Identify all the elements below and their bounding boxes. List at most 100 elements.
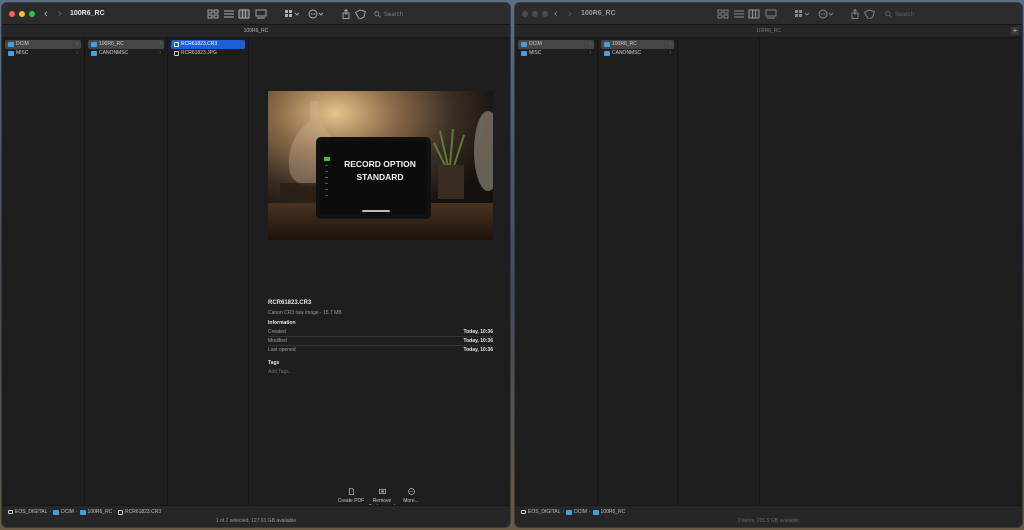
more-icon	[407, 488, 415, 495]
chevron-right-icon: ›	[76, 41, 78, 47]
list-item-label: MISC	[16, 50, 29, 56]
chevron-right-icon: ›	[114, 509, 116, 515]
list-item-canonmsc[interactable]: CANONMSC ›	[601, 49, 674, 58]
breadcrumb-item[interactable]: DCIM	[61, 509, 74, 515]
close-window-button[interactable]	[522, 11, 528, 17]
status-text: 2 items, 235.5 GB available	[737, 518, 800, 524]
search-field[interactable]: Search	[374, 9, 403, 20]
forward-icon[interactable]: ›	[568, 8, 572, 20]
search-placeholder: Search	[384, 11, 404, 18]
zoom-window-button[interactable]	[542, 11, 548, 17]
minimize-window-button[interactable]	[19, 11, 25, 17]
list-item-misc[interactable]: MISC ›	[5, 49, 81, 58]
drive-icon	[8, 510, 13, 514]
chevron-right-icon: ›	[76, 50, 78, 56]
breadcrumb-item[interactable]: EOS_DIGITAL	[528, 509, 560, 515]
info-value-modified: Today, 10:36	[463, 338, 493, 344]
add-tags-field[interactable]: Add Tags...	[268, 369, 293, 375]
icon-view-icon[interactable]	[207, 9, 219, 19]
zoom-window-button[interactable]	[29, 11, 35, 17]
create-pdf-icon	[348, 488, 355, 495]
drive-icon	[521, 510, 526, 514]
back-icon[interactable]: ‹	[44, 8, 48, 20]
breadcrumb-item[interactable]: EOS_DIGITAL	[15, 509, 47, 515]
folder-icon	[521, 42, 527, 47]
breadcrumb-item[interactable]: 100R6_RC	[601, 509, 626, 515]
folder-icon	[604, 42, 610, 47]
list-item-misc[interactable]: MISC ›	[518, 49, 594, 58]
column-2[interactable]: 100R6_RC › CANONMSC ›	[85, 38, 168, 505]
bottom-bar: EOS_DIGITAL › DCIM › 100R6_RC 2 items, 2…	[515, 505, 1022, 527]
info-label-created: Created	[268, 329, 286, 335]
preview-pane	[760, 38, 1022, 505]
list-item-dcim[interactable]: DCIM ›	[518, 40, 594, 49]
preview-filename: RCR61823.CR3	[268, 300, 312, 306]
list-item-label: MISC	[529, 50, 542, 56]
titlebar: ‹ › 100R6_RC Search	[515, 3, 1022, 25]
column-1[interactable]: DCIM › MISC ›	[2, 38, 85, 505]
list-item-100r6-rc[interactable]: 100R6_RC ›	[601, 40, 674, 49]
chevron-right-icon: ›	[588, 509, 591, 515]
info-label-modified: Modified	[268, 338, 287, 344]
column-3[interactable]	[678, 38, 760, 505]
photo-text-line2: STANDARD	[356, 172, 403, 182]
close-window-button[interactable]	[9, 11, 15, 17]
list-item-label: RCR61823.JPG	[181, 50, 217, 56]
group-by-icon[interactable]	[794, 9, 810, 19]
tag-icon[interactable]	[355, 9, 367, 19]
column-browser: DCIM › MISC › 100R6_RC › CANONMSC ›	[515, 38, 1022, 505]
path-header-label: 100R6_RC	[756, 28, 781, 34]
folder-icon	[566, 509, 573, 515]
folder-icon	[521, 51, 527, 56]
chevron-right-icon: ›	[589, 50, 591, 56]
tag-icon[interactable]	[864, 9, 876, 19]
list-view-icon[interactable]	[223, 9, 235, 19]
gallery-view-icon[interactable]	[255, 9, 267, 19]
list-item-label: DCIM	[529, 41, 542, 47]
share-icon[interactable]	[340, 9, 352, 19]
info-value-created: Today, 10:36	[463, 329, 493, 335]
gallery-view-icon[interactable]	[765, 9, 777, 19]
divider	[268, 345, 493, 346]
info-value-last-opened: Today, 10:36	[463, 347, 493, 353]
minimize-window-button[interactable]	[532, 11, 538, 17]
back-icon[interactable]: ‹	[554, 8, 558, 20]
finder-window-left: ‹ › 100R6_RC Search 100R6_RC DCIM › MISC…	[1, 2, 511, 528]
image-file-icon	[174, 51, 179, 56]
search-field[interactable]: Search	[885, 9, 914, 20]
new-tab-button[interactable]: +	[1011, 27, 1019, 35]
column-3[interactable]: RCR61823.CR3 RCR61823.JPG	[168, 38, 249, 505]
list-view-icon[interactable]	[733, 9, 745, 19]
chevron-right-icon: ›	[159, 41, 161, 47]
column-2[interactable]: 100R6_RC › CANONMSC ›	[598, 38, 678, 505]
folder-icon	[8, 51, 14, 56]
column-view-icon[interactable]	[748, 9, 760, 19]
more-label: More...	[403, 498, 419, 504]
breadcrumb-item[interactable]: RCR61823.CR3	[125, 509, 161, 515]
column-1[interactable]: DCIM › MISC ›	[515, 38, 598, 505]
list-item-canonmsc[interactable]: CANONMSC ›	[88, 49, 164, 58]
window-title: 100R6_RC	[581, 10, 616, 17]
raw-file-icon	[174, 42, 179, 47]
create-pdf-button[interactable]: Create PDF	[336, 488, 366, 504]
list-item-100r6-rc[interactable]: 100R6_RC ›	[88, 40, 164, 49]
list-item-rcr61823-jpg[interactable]: RCR61823.JPG	[171, 49, 245, 58]
list-item-dcim[interactable]: DCIM ›	[5, 40, 81, 49]
finder-window-right: ‹ › 100R6_RC Search 100R6_RC + DCIM › MI…	[514, 2, 1023, 528]
breadcrumb-item[interactable]: 100R6_RC	[88, 509, 113, 515]
icon-view-icon[interactable]	[717, 9, 729, 19]
action-menu-icon[interactable]	[308, 9, 324, 19]
forward-icon[interactable]: ›	[58, 8, 62, 20]
list-item-label: 100R6_RC	[99, 41, 124, 47]
more-button[interactable]: More...	[396, 488, 426, 504]
group-by-icon[interactable]	[284, 9, 300, 19]
action-menu-icon[interactable]	[818, 9, 834, 19]
breadcrumb: EOS_DIGITAL › DCIM › 100R6_RC	[521, 509, 625, 515]
bottom-bar: EOS_DIGITAL › DCIM › 100R6_RC › RCR61823…	[2, 505, 510, 527]
create-pdf-label: Create PDF	[337, 498, 365, 504]
list-item-rcr61823-cr3[interactable]: RCR61823.CR3	[171, 40, 245, 49]
breadcrumb-item[interactable]: DCIM	[574, 509, 587, 515]
column-view-icon[interactable]	[238, 9, 250, 19]
share-icon[interactable]	[849, 9, 861, 19]
search-icon	[374, 11, 381, 18]
